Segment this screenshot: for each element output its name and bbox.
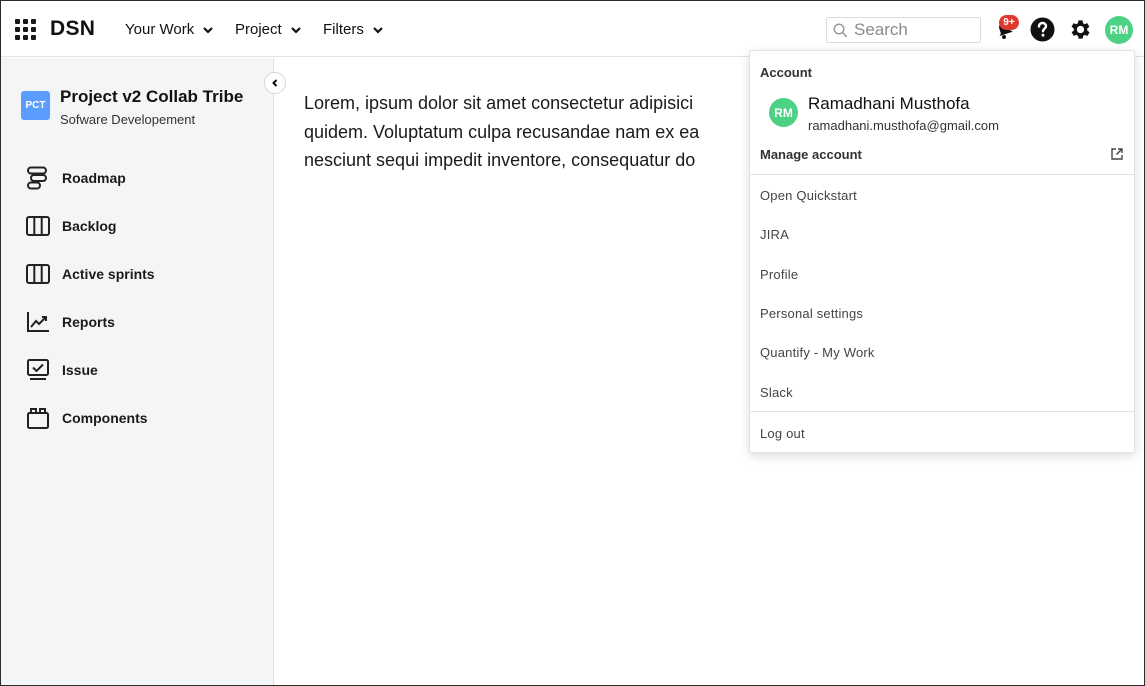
- box-icon: [27, 408, 49, 429]
- app-grid-icon[interactable]: [15, 19, 36, 40]
- sidebar-item-backlog[interactable]: Backlog: [25, 213, 116, 239]
- sidebar-item-issue[interactable]: Issue: [25, 357, 98, 383]
- user-avatar[interactable]: RM: [1105, 16, 1133, 44]
- sidebar-item-label: Components: [62, 410, 148, 426]
- top-bar: DSN Your Work Project Filters 9+: [1, 1, 1144, 57]
- monitor-check-icon: [27, 359, 49, 380]
- account-avatar: RM: [769, 98, 798, 127]
- account-heading: Account: [760, 65, 812, 80]
- sidebar-item-label: Roadmap: [62, 170, 126, 186]
- columns-icon: [26, 216, 50, 236]
- menu-divider: [750, 411, 1134, 412]
- sidebar-item-label: Active sprints: [62, 266, 155, 282]
- menu-item-slack[interactable]: Slack: [760, 385, 793, 400]
- sidebar-item-reports[interactable]: Reports: [25, 309, 115, 335]
- nav-project[interactable]: Project: [235, 21, 302, 38]
- sidebar-item-label: Issue: [62, 362, 98, 378]
- sidebar-item-components[interactable]: Components: [25, 405, 148, 431]
- project-subtitle: Sofware Developement: [60, 112, 196, 127]
- nav-filters[interactable]: Filters: [323, 21, 384, 38]
- menu-item-open-quickstart[interactable]: Open Quickstart: [760, 188, 857, 203]
- sidebar-item-roadmap[interactable]: Roadmap: [25, 165, 126, 191]
- help-icon[interactable]: [1030, 17, 1055, 42]
- account-menu: Account RM Ramadhani Musthofa ramadhani.…: [749, 50, 1135, 453]
- chevron-down-icon: [373, 26, 383, 34]
- notification-badge: 9+: [999, 15, 1019, 30]
- project-name: Project v2 Collab Tribe: [60, 87, 244, 106]
- sidebar: PCT Project v2 Collab Tribe Sofware Deve…: [1, 58, 274, 685]
- collapse-sidebar-button[interactable]: [264, 72, 286, 94]
- chevron-down-icon: [203, 26, 213, 34]
- sidebar-item-active-sprints[interactable]: Active sprints: [25, 261, 155, 287]
- account-email: ramadhani.musthofa@gmail.com: [808, 118, 999, 133]
- sidebar-item-label: Reports: [62, 314, 115, 330]
- manage-account-link[interactable]: Manage account: [760, 147, 862, 162]
- menu-divider: [750, 174, 1134, 175]
- search-icon: [833, 22, 848, 37]
- app-window: DSN Your Work Project Filters 9+: [0, 0, 1145, 686]
- nav-your-work[interactable]: Your Work: [125, 21, 214, 38]
- menu-item-personal-settings[interactable]: Personal settings: [760, 306, 863, 321]
- project-logo: PCT: [21, 91, 50, 120]
- chart-line-icon: [27, 312, 49, 332]
- roadmap-icon: [27, 166, 47, 190]
- brand-logo[interactable]: DSN: [50, 17, 95, 41]
- external-link-icon[interactable]: [1110, 147, 1124, 161]
- menu-item-profile[interactable]: Profile: [760, 267, 798, 282]
- menu-item-jira[interactable]: JIRA: [760, 227, 789, 242]
- nav-label: Your Work: [125, 21, 195, 38]
- chevron-down-icon: [290, 26, 301, 34]
- sidebar-item-label: Backlog: [62, 218, 117, 234]
- account-name: Ramadhani Musthofa: [808, 94, 970, 113]
- chevron-left-icon: [272, 79, 278, 87]
- nav-label: Project: [235, 21, 282, 38]
- search-box[interactable]: [826, 17, 981, 43]
- logout-button[interactable]: Log out: [760, 426, 805, 441]
- search-input[interactable]: [854, 20, 974, 40]
- columns-icon: [26, 264, 50, 284]
- nav-label: Filters: [323, 21, 364, 38]
- menu-item-quantify[interactable]: Quantify - My Work: [760, 345, 875, 360]
- gear-icon[interactable]: [1068, 17, 1093, 42]
